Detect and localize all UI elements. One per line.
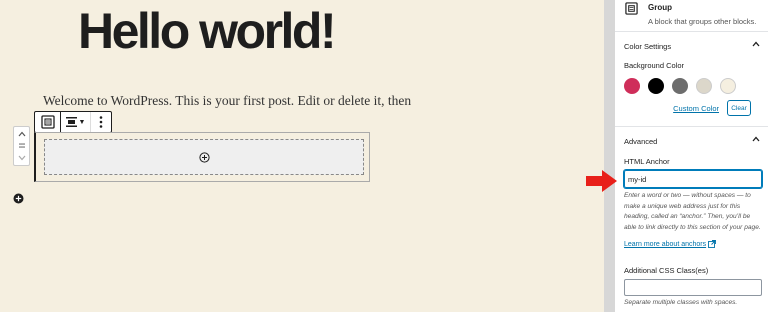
add-block-button[interactable]: [13, 191, 24, 209]
drag-handle[interactable]: [18, 141, 25, 151]
color-settings-toggle[interactable]: Color Settings: [615, 32, 768, 60]
post-title[interactable]: Hello world!: [78, 6, 337, 56]
block-appender[interactable]: [44, 139, 364, 175]
group-block-icon: [625, 2, 638, 15]
block-mover: [13, 126, 30, 166]
block-card-description: A block that groups other blocks.: [648, 17, 757, 26]
chevron-up-icon: [752, 136, 760, 142]
color-swatch[interactable]: [720, 78, 736, 94]
advanced-toggle[interactable]: Advanced: [615, 127, 768, 155]
block-type-button[interactable]: [35, 112, 61, 132]
color-settings-panel: Color Settings Background Color Custom C…: [615, 32, 768, 127]
chevron-down-icon: [18, 155, 25, 161]
chevron-up-icon: [18, 131, 25, 137]
color-swatch[interactable]: [624, 78, 640, 94]
align-center-icon: [65, 117, 77, 127]
color-swatch[interactable]: [672, 78, 688, 94]
color-palette: [624, 78, 759, 94]
block-toolbar: ▼: [34, 111, 112, 133]
chevron-up-icon: [752, 41, 760, 47]
advanced-panel: Advanced HTML Anchor my-id Enter a word …: [615, 127, 768, 312]
clear-button[interactable]: Clear: [727, 100, 751, 116]
block-card-title: Group: [648, 3, 672, 12]
vertical-ellipsis-icon: [99, 116, 103, 128]
group-block-icon: [40, 115, 55, 129]
html-anchor-input[interactable]: my-id: [624, 170, 762, 188]
css-class-input[interactable]: [624, 279, 762, 296]
color-swatch[interactable]: [696, 78, 712, 94]
background-color-label: Background Color: [624, 61, 685, 70]
paragraph-block[interactable]: Welcome to WordPress. This is your first…: [43, 93, 411, 109]
color-settings-heading: Color Settings: [624, 41, 672, 51]
css-class-label: Additional CSS Class(es): [624, 266, 709, 275]
html-anchor-help: Enter a word or two — without spaces — t…: [624, 192, 761, 231]
move-down-button[interactable]: [18, 153, 26, 163]
block-card: Group A block that groups other blocks.: [615, 0, 768, 32]
alignment-dropdown[interactable]: ▼: [61, 112, 91, 132]
settings-sidebar: Group A block that groups other blocks. …: [615, 0, 768, 312]
move-up-button[interactable]: [18, 129, 26, 139]
custom-color-link[interactable]: Custom Color: [673, 104, 719, 113]
group-block[interactable]: [34, 132, 370, 182]
more-options-button[interactable]: [91, 112, 111, 132]
plus-circle-icon: [198, 151, 210, 163]
drag-handle-icon: [18, 143, 25, 148]
external-link-icon: [708, 240, 717, 248]
learn-more-label: Learn more about anchors: [624, 240, 707, 248]
chevron-down-icon: ▼: [78, 118, 86, 126]
red-arrow-icon: [586, 170, 617, 192]
editor-canvas: Hello world! Welcome to WordPress. This …: [0, 0, 604, 312]
html-anchor-label: HTML Anchor: [624, 157, 670, 166]
learn-more-anchors-link[interactable]: Learn more about anchors: [624, 240, 759, 248]
panel-divider: [604, 0, 615, 312]
css-class-help: Separate multiple classes with spaces.: [624, 299, 738, 306]
plus-circle-icon: [13, 193, 24, 204]
advanced-heading: Advanced: [624, 136, 658, 146]
color-swatch[interactable]: [648, 78, 664, 94]
